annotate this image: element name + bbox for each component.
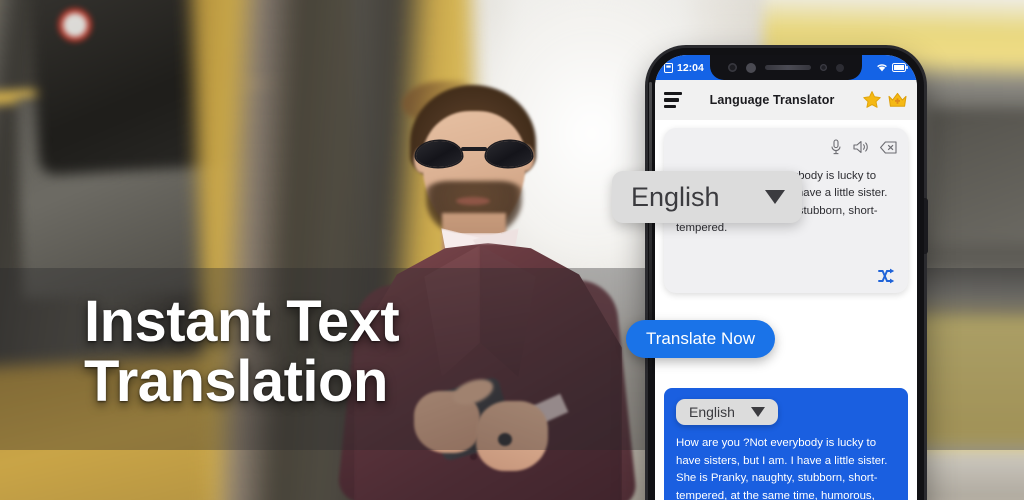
phone-power-button[interactable] bbox=[924, 198, 928, 254]
app-bar-actions bbox=[862, 90, 908, 110]
page-title: Instant Text Translation bbox=[84, 289, 400, 414]
swap-languages-button[interactable] bbox=[878, 268, 898, 284]
chevron-down-icon bbox=[750, 407, 765, 417]
chevron-down-icon bbox=[765, 190, 785, 204]
background-no-smoking-sign bbox=[58, 8, 92, 42]
status-bar-right bbox=[876, 63, 908, 72]
sunglasses-bridge bbox=[461, 147, 487, 151]
source-language-dropdown[interactable]: English bbox=[612, 171, 802, 223]
battery-icon bbox=[892, 63, 908, 72]
man-mouth bbox=[456, 197, 490, 205]
phone-screen: 12:04 Language Translator is lucky to ha… bbox=[655, 55, 917, 500]
translate-now-button[interactable]: Translate Now bbox=[626, 320, 775, 358]
target-language-label: English bbox=[689, 404, 735, 420]
sunglasses-lens-left bbox=[416, 141, 462, 167]
phone-mockup: 12:04 Language Translator is lucky to ha… bbox=[612, 48, 928, 500]
earpiece-speaker-icon bbox=[765, 65, 811, 70]
proximity-sensor-icon bbox=[820, 64, 827, 71]
phone-notch bbox=[710, 55, 862, 80]
wifi-icon bbox=[876, 63, 888, 72]
banner-stage: Instant Text Translation 12:04 Language … bbox=[0, 0, 1024, 500]
front-camera-icon bbox=[728, 63, 737, 72]
sunglasses-icon bbox=[416, 141, 532, 169]
sensor-dot-icon bbox=[746, 62, 756, 73]
status-bar-left: 12:04 bbox=[664, 62, 704, 74]
source-language-label: English bbox=[631, 181, 720, 212]
crown-icon[interactable] bbox=[887, 90, 908, 110]
star-icon[interactable] bbox=[862, 90, 882, 110]
hamburger-menu-icon[interactable] bbox=[664, 91, 682, 109]
light-sensor-icon bbox=[836, 63, 844, 72]
app-title: Language Translator bbox=[709, 93, 835, 107]
status-bar-time: 12:04 bbox=[677, 61, 704, 74]
target-language-dropdown[interactable]: English bbox=[676, 399, 778, 425]
backspace-icon[interactable] bbox=[880, 140, 897, 154]
result-card: English How are you ?Not everybody is lu… bbox=[664, 388, 908, 500]
status-bar: 12:04 bbox=[655, 55, 917, 80]
microphone-icon[interactable] bbox=[830, 139, 842, 155]
app-bar: Language Translator bbox=[655, 80, 917, 120]
sim-card-icon bbox=[664, 62, 673, 73]
source-card-tools bbox=[830, 139, 897, 155]
shuffle-icon bbox=[878, 268, 895, 284]
translated-text: How are you ?Not everybody is lucky to h… bbox=[676, 437, 888, 500]
background-tram-right-window-2 bbox=[930, 110, 1024, 240]
sunglasses-lens-right bbox=[486, 141, 532, 167]
speaker-icon[interactable] bbox=[853, 140, 869, 154]
